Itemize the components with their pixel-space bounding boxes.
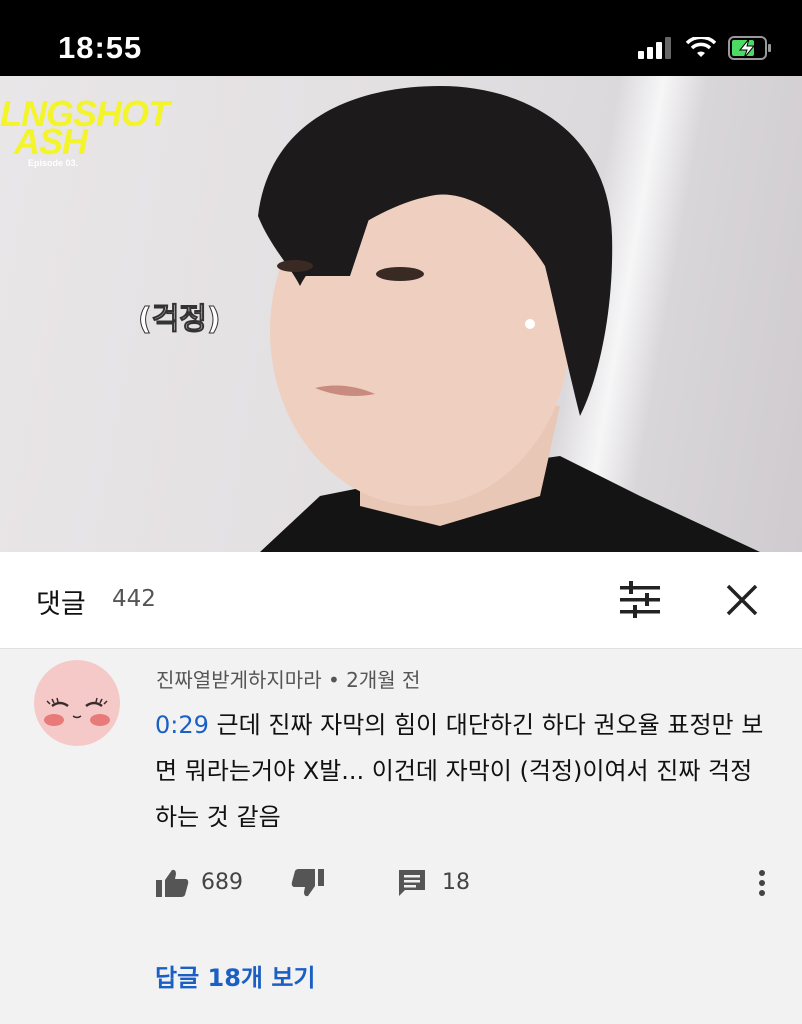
status-icons (638, 35, 772, 64)
comment-icon (399, 870, 425, 896)
comment-meta: 진짜열받게하지마라 • 2개월 전 (156, 664, 420, 693)
signal-icon (638, 37, 674, 63)
avatar[interactable] (34, 660, 120, 746)
reply-count: 18 (442, 870, 470, 895)
like-count: 689 (201, 870, 243, 895)
battery-charging-icon (728, 36, 772, 64)
video-person-image (258, 86, 760, 552)
view-replies-link[interactable]: 답글 18개 보기 (155, 958, 316, 993)
comment-author[interactable]: 진짜열받게하지마라 (156, 668, 322, 692)
close-icon (722, 584, 762, 624)
video-player[interactable]: LNGSHOT ASH Episode 03. (걱정) (0, 76, 802, 552)
more-vert-icon (759, 870, 765, 896)
video-subtitle: (걱정) (138, 302, 222, 338)
dislike-button[interactable] (291, 868, 325, 902)
comments-title: 댓글 (36, 589, 86, 620)
sort-filter-button[interactable] (618, 580, 662, 620)
reply-button[interactable] (397, 868, 427, 902)
sliders-icon (618, 581, 662, 624)
wifi-icon (685, 35, 717, 63)
comment-time: 2개월 전 (346, 668, 421, 692)
meta-separator: • (327, 668, 340, 692)
like-button[interactable] (155, 868, 189, 902)
comment-actions: 689 18 (155, 864, 775, 904)
comment-body: 근데 진짜 자막의 힘이 대단하긴 하다 권오율 표정만 보면 뭐라는거야 X발… (155, 711, 764, 831)
status-time: 18:55 (58, 30, 143, 65)
comments-count: 442 (112, 586, 156, 612)
close-comments-button[interactable] (722, 580, 762, 620)
thumbs-down-icon (291, 869, 324, 897)
thumbs-up-icon (156, 869, 189, 897)
comments-header: 댓글 442 (0, 552, 802, 649)
status-bar: 18:55 (0, 0, 802, 76)
more-options-button[interactable] (757, 868, 767, 902)
comment-text: 0:29 근데 진짜 자막의 힘이 대단하긴 하다 권오율 표정만 보면 뭐라는… (155, 702, 765, 840)
timestamp-link[interactable]: 0:29 (155, 711, 209, 739)
